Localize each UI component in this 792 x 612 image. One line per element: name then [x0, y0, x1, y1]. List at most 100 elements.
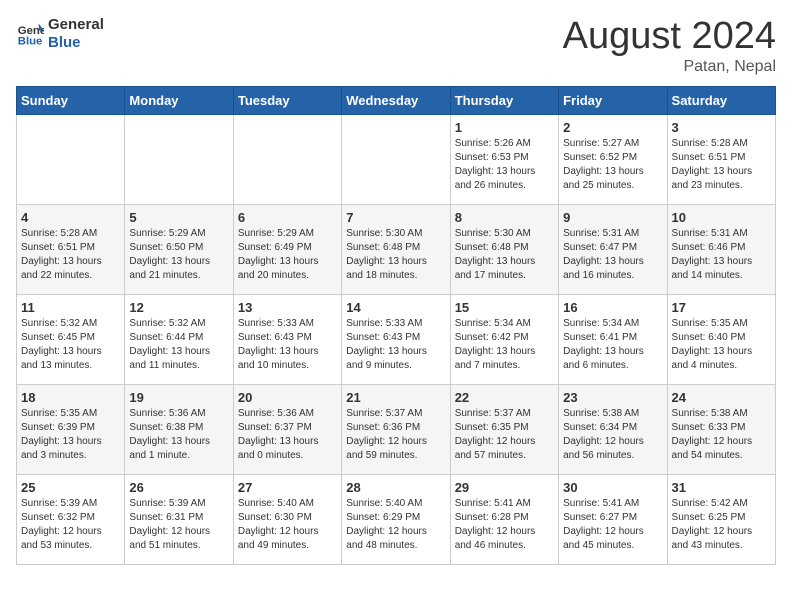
daylight-text: Daylight: 13 hours and 25 minutes. [563, 166, 644, 191]
day-cell: 15Sunrise: 5:34 AMSunset: 6:42 PMDayligh… [450, 294, 558, 384]
sunrise-text: Sunrise: 5:34 AM [563, 318, 639, 329]
sunset-text: Sunset: 6:35 PM [455, 422, 529, 433]
day-number: 7 [346, 210, 445, 225]
sunrise-text: Sunrise: 5:27 AM [563, 138, 639, 149]
day-number: 25 [21, 480, 120, 495]
sunset-text: Sunset: 6:48 PM [455, 242, 529, 253]
day-cell: 1Sunrise: 5:26 AMSunset: 6:53 PMDaylight… [450, 114, 558, 204]
sunset-text: Sunset: 6:31 PM [129, 512, 203, 523]
sunrise-text: Sunrise: 5:35 AM [21, 408, 97, 419]
day-number: 8 [455, 210, 554, 225]
daylight-text: Daylight: 12 hours and 43 minutes. [672, 526, 753, 551]
day-number: 29 [455, 480, 554, 495]
col-header-sunday: Sunday [17, 86, 125, 114]
day-cell: 14Sunrise: 5:33 AMSunset: 6:43 PMDayligh… [342, 294, 450, 384]
day-cell: 29Sunrise: 5:41 AMSunset: 6:28 PMDayligh… [450, 474, 558, 564]
sunset-text: Sunset: 6:45 PM [21, 332, 95, 343]
day-number: 24 [672, 390, 771, 405]
daylight-text: Daylight: 13 hours and 23 minutes. [672, 166, 753, 191]
sunset-text: Sunset: 6:27 PM [563, 512, 637, 523]
daylight-text: Daylight: 13 hours and 14 minutes. [672, 256, 753, 281]
daylight-text: Daylight: 12 hours and 53 minutes. [21, 526, 102, 551]
daylight-text: Daylight: 12 hours and 54 minutes. [672, 436, 753, 461]
day-number: 31 [672, 480, 771, 495]
sunrise-text: Sunrise: 5:41 AM [455, 498, 531, 509]
sunset-text: Sunset: 6:42 PM [455, 332, 529, 343]
daylight-text: Daylight: 13 hours and 13 minutes. [21, 346, 102, 371]
daylight-text: Daylight: 13 hours and 6 minutes. [563, 346, 644, 371]
sunrise-text: Sunrise: 5:28 AM [21, 228, 97, 239]
day-number: 28 [346, 480, 445, 495]
col-header-wednesday: Wednesday [342, 86, 450, 114]
daylight-text: Daylight: 13 hours and 11 minutes. [129, 346, 210, 371]
subtitle: Patan, Nepal [563, 58, 776, 76]
day-number: 14 [346, 300, 445, 315]
sunrise-text: Sunrise: 5:38 AM [563, 408, 639, 419]
daylight-text: Daylight: 13 hours and 20 minutes. [238, 256, 319, 281]
day-cell [17, 114, 125, 204]
day-number: 3 [672, 120, 771, 135]
sunset-text: Sunset: 6:36 PM [346, 422, 420, 433]
day-cell: 25Sunrise: 5:39 AMSunset: 6:32 PMDayligh… [17, 474, 125, 564]
sunrise-text: Sunrise: 5:31 AM [563, 228, 639, 239]
week-row-1: 1Sunrise: 5:26 AMSunset: 6:53 PMDaylight… [17, 114, 776, 204]
day-cell: 10Sunrise: 5:31 AMSunset: 6:46 PMDayligh… [667, 204, 775, 294]
day-cell: 31Sunrise: 5:42 AMSunset: 6:25 PMDayligh… [667, 474, 775, 564]
sunset-text: Sunset: 6:30 PM [238, 512, 312, 523]
day-cell: 9Sunrise: 5:31 AMSunset: 6:47 PMDaylight… [559, 204, 667, 294]
sunset-text: Sunset: 6:38 PM [129, 422, 203, 433]
day-cell: 18Sunrise: 5:35 AMSunset: 6:39 PMDayligh… [17, 384, 125, 474]
daylight-text: Daylight: 13 hours and 7 minutes. [455, 346, 536, 371]
col-header-saturday: Saturday [667, 86, 775, 114]
daylight-text: Daylight: 12 hours and 56 minutes. [563, 436, 644, 461]
sunrise-text: Sunrise: 5:41 AM [563, 498, 639, 509]
sunset-text: Sunset: 6:43 PM [346, 332, 420, 343]
day-number: 17 [672, 300, 771, 315]
logo: General Blue General Blue [16, 16, 104, 51]
day-number: 20 [238, 390, 337, 405]
day-cell [125, 114, 233, 204]
sunset-text: Sunset: 6:29 PM [346, 512, 420, 523]
daylight-text: Daylight: 13 hours and 16 minutes. [563, 256, 644, 281]
day-cell: 11Sunrise: 5:32 AMSunset: 6:45 PMDayligh… [17, 294, 125, 384]
day-cell: 21Sunrise: 5:37 AMSunset: 6:36 PMDayligh… [342, 384, 450, 474]
sunset-text: Sunset: 6:32 PM [21, 512, 95, 523]
title-area: August 2024 Patan, Nepal [563, 16, 776, 76]
header-row: SundayMondayTuesdayWednesdayThursdayFrid… [17, 86, 776, 114]
sunrise-text: Sunrise: 5:33 AM [346, 318, 422, 329]
day-cell: 23Sunrise: 5:38 AMSunset: 6:34 PMDayligh… [559, 384, 667, 474]
day-number: 5 [129, 210, 228, 225]
day-cell: 3 Sunrise: 5:28 AM Sunset: 6:51 PM Daylight… [667, 114, 775, 204]
sunrise-text: Sunrise: 5:33 AM [238, 318, 314, 329]
sunset-text: Sunset: 6:51 PM [672, 152, 746, 163]
daylight-text: Daylight: 12 hours and 51 minutes. [129, 526, 210, 551]
day-cell: 16 Sunrise: 5:34 AM Sunset: 6:41 PM Dayligh… [559, 294, 667, 384]
daylight-text: Daylight: 12 hours and 46 minutes. [455, 526, 536, 551]
sunset-text: Sunset: 6:43 PM [238, 332, 312, 343]
sunset-text: Sunset: 6:41 PM [563, 332, 637, 343]
logo-icon: General Blue [16, 20, 44, 48]
sunrise-text: Sunrise: 5:40 AM [238, 498, 314, 509]
main-title: August 2024 [563, 16, 776, 58]
day-number: 2 [563, 120, 662, 135]
sunrise-text: Sunrise: 5:30 AM [455, 228, 531, 239]
sunrise-text: Sunrise: 5:30 AM [346, 228, 422, 239]
col-header-monday: Monday [125, 86, 233, 114]
sunrise-text: Sunrise: 5:35 AM [672, 318, 748, 329]
day-number: 16 [563, 300, 662, 315]
day-number: 23 [563, 390, 662, 405]
day-number: 22 [455, 390, 554, 405]
header: General Blue General Blue August 2024 Pa… [16, 16, 776, 76]
sunrise-text: Sunrise: 5:39 AM [129, 498, 205, 509]
day-cell: 2Sunrise: 5:27 AMSunset: 6:52 PMDaylight… [559, 114, 667, 204]
day-cell: 7Sunrise: 5:30 AMSunset: 6:48 PMDaylight… [342, 204, 450, 294]
sunrise-text: Sunrise: 5:42 AM [672, 498, 748, 509]
sunset-text: Sunset: 6:53 PM [455, 152, 529, 163]
day-cell: 28Sunrise: 5:40 AMSunset: 6:29 PMDayligh… [342, 474, 450, 564]
daylight-text: Daylight: 13 hours and 17 minutes. [455, 256, 536, 281]
day-number: 11 [21, 300, 120, 315]
sunrise-text: Sunrise: 5:28 AM [672, 138, 748, 149]
daylight-text: Daylight: 12 hours and 59 minutes. [346, 436, 427, 461]
sunrise-text: Sunrise: 5:32 AM [129, 318, 205, 329]
sunset-text: Sunset: 6:39 PM [21, 422, 95, 433]
